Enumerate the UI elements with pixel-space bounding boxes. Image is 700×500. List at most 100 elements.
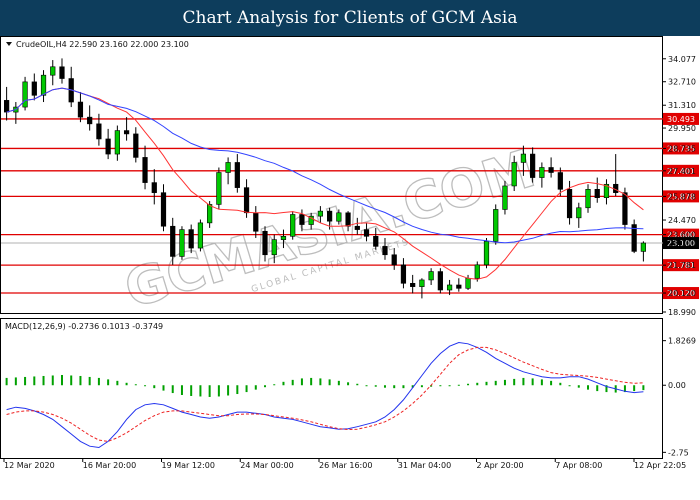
candle-body [105,138,111,155]
candle-body [373,236,379,247]
macd-histogram-bar [5,377,8,386]
macd-histogram-bar [24,376,27,386]
macd-histogram-bar [577,385,580,388]
candle-body [345,212,351,227]
candle-body [548,167,554,173]
candle-body [31,81,37,96]
macd-histogram-bar [596,385,599,392]
macd-histogram-bar [550,380,553,386]
candle-body [207,204,213,224]
candle-body [225,162,231,173]
price-tick-label: 34.077 [668,55,696,64]
candle-body [539,167,545,178]
time-tick-label: 7 Apr 08:00 [555,461,602,470]
candle-body [511,162,517,187]
candle-body [483,241,490,266]
macd-histogram-bar [365,385,368,387]
candle-body [474,264,480,279]
macd-histogram-bar [116,380,119,386]
time-tick-label: 31 Mar 04:00 [398,461,451,470]
macd-histogram-bar [199,385,202,397]
price-tick-label: 32.710 [668,78,696,87]
price-tick-label: 27.401 [668,167,696,176]
price-tick-label: 20.120 [668,289,696,298]
candle-body [576,207,582,219]
macd-histogram-bar [227,385,230,396]
candle-body [557,172,563,190]
candle-body [585,189,591,209]
macd-histogram-bar [180,385,183,395]
candle-body [170,225,176,257]
candle-body [336,212,342,222]
price-tick-label: 23.100 [668,239,696,248]
candle-body [410,282,416,287]
candle-body [114,130,120,155]
candle-body [133,133,139,158]
candle-body [22,81,28,108]
macd-histogram-bar [476,382,479,386]
candle-body [188,229,194,249]
macd-histogram-bar [79,375,82,386]
candle-body [253,212,259,232]
macd-histogram-bar [522,377,525,386]
time-tick-label: 26 Mar 16:00 [319,461,372,470]
macd-histogram-bar [300,378,303,386]
macd-histogram-bar [153,385,156,389]
macd-histogram-bar [162,385,165,391]
macd-histogram-bar [245,385,248,393]
time-tick-label: 12 Mar 2020 [4,461,55,470]
level-label: 30.493 [667,115,695,124]
macd-histogram-bar [439,385,442,387]
macd-histogram-bar [568,385,571,387]
macd-histogram-bar [97,377,100,386]
time-axis: 12 Mar 2020 16 Mar 20:00 19 Mar 12:00 24 Ma… [3,458,686,470]
macd-histogram-bar [337,380,340,386]
candle-body [354,225,360,230]
macd-histogram-bar [254,385,257,390]
candle-body [456,284,462,289]
candle-body [640,242,646,252]
macd-histogram-bar [51,375,54,386]
macd-histogram-bar [513,378,516,386]
macd-histogram-bar [282,381,285,386]
banner-title: Chart Analysis for Clients of GCM Asia [182,8,518,28]
candle-body [59,66,65,79]
price-tick-label: 28.735 [668,144,696,153]
macd-histogram-bar [420,385,423,388]
price-axis: 34.077 32.710 31.310 29.950 28.735 27.401 25.8… [663,55,696,317]
candle-body [363,229,370,237]
price-tick-label: 25.878 [668,192,696,201]
candlestick-chart[interactable]: GCMASIA.COM GLOBAL CAPITAL MARKETS 30.49… [0,36,700,500]
price-pane-frame [0,36,663,314]
macd-histogram-bar [457,384,460,386]
macd-histogram-bar [171,385,174,394]
macd-histogram-bar [125,382,128,386]
macd-tick-label: 1.8269 [668,337,696,346]
candle-body [493,209,499,242]
price-tick-label: 18.990 [668,308,696,317]
macd-histogram-bar [402,385,405,389]
candle-body [243,187,250,214]
price-tick-label: 21.781 [668,261,696,270]
candle-body [520,153,527,163]
macd-histogram-bar [14,377,17,386]
macd-histogram-bar [236,385,239,395]
candle-body [197,222,204,249]
candle-body [234,162,240,188]
candle-body [502,185,508,210]
candle-body [594,189,600,199]
macd-histogram-bar [374,385,377,387]
macd-histogram-bar [485,381,488,386]
macd-pane-frame [0,318,663,459]
candle-body [96,123,102,140]
macd-histogram-bar [42,375,45,386]
candle-body [465,277,471,289]
macd-histogram-bar [448,385,451,387]
candle-body [622,192,628,225]
candle-body [437,271,443,291]
macd-histogram-bar [264,385,267,388]
price-tick-label: 31.310 [668,101,696,110]
macd-histogram-bar [347,382,350,386]
candle-body [327,210,333,222]
macd-histogram-bar [144,385,147,387]
